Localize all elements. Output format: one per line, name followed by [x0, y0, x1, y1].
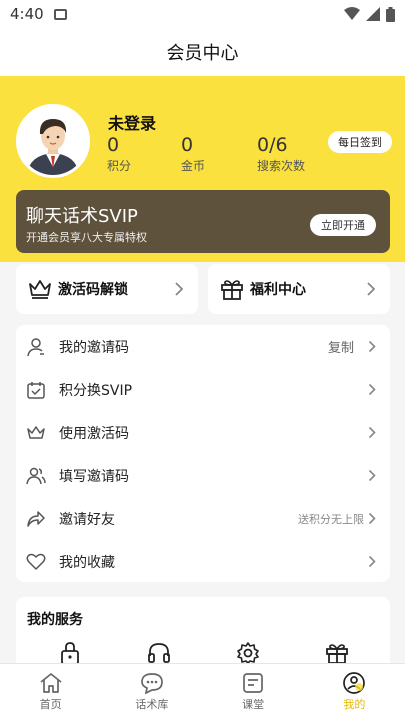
status-icons	[344, 6, 395, 22]
stat-coins: 0 金币	[181, 134, 205, 174]
stat-value: 0/6	[257, 134, 288, 156]
chevron-right-icon	[175, 282, 184, 296]
bottom-tab-bar: 首页 话术库 课堂 我的	[0, 663, 405, 720]
list-item-enter-invite-code[interactable]: 填写邀请码	[16, 454, 390, 497]
chevron-right-icon	[368, 555, 376, 568]
copy-button[interactable]: 复制	[328, 337, 354, 356]
profile-icon	[343, 672, 366, 694]
stat-label: 积分	[107, 159, 132, 173]
calendar-check-icon	[27, 381, 45, 399]
tab-label: 首页	[39, 698, 62, 711]
stat-label: 搜索次数	[257, 159, 306, 173]
tab-label: 话术库	[135, 698, 169, 711]
chevron-right-icon	[368, 383, 376, 396]
heart-icon	[26, 553, 46, 570]
tab-label: 我的	[343, 698, 366, 711]
welfare-center-card[interactable]: 福利中心	[208, 264, 390, 314]
list-item-label: 积分换SVIP	[59, 382, 133, 399]
stat-points: 0 积分	[107, 134, 131, 174]
avatar-illustration-icon	[19, 107, 87, 175]
activation-code-label: 激活码解锁	[58, 282, 128, 298]
tab-script-library[interactable]: 话术库	[101, 664, 202, 720]
user-icon	[27, 337, 44, 356]
crown-icon	[27, 425, 45, 439]
share-icon	[27, 510, 45, 527]
stat-label: 金币	[181, 159, 206, 173]
tab-mine[interactable]: 我的	[304, 664, 405, 720]
list-item-my-invite-code[interactable]: 我的邀请码 复制	[16, 325, 390, 368]
lock-icon[interactable]	[59, 641, 81, 665]
activation-code-card[interactable]: 激活码解锁	[16, 264, 198, 314]
book-icon	[243, 673, 263, 693]
stat-searches: 0/6 搜索次数	[257, 134, 305, 174]
status-time: 4:40	[10, 5, 44, 23]
list-item-label: 填写邀请码	[59, 468, 129, 485]
svip-subtitle: 开通会员享八大专属特权	[26, 231, 147, 244]
list-item-label: 我的邀请码	[59, 339, 129, 356]
svip-title: 聊天话术SVIP	[26, 206, 138, 227]
chevron-right-icon	[367, 282, 376, 296]
svip-banner[interactable]: 聊天话术SVIP 开通会员享八大专属特权 立即开通	[16, 190, 390, 253]
chevron-right-icon	[368, 469, 376, 482]
home-icon	[40, 673, 62, 693]
status-bar: 4:40	[0, 0, 405, 28]
invite-reward-text: 送积分无上限	[298, 512, 364, 526]
settings-icon[interactable]	[236, 641, 260, 665]
page-title: 会员中心	[166, 43, 239, 64]
chevron-right-icon	[368, 340, 376, 353]
list-item-use-activation-code[interactable]: 使用激活码	[16, 411, 390, 454]
list-item-label: 邀请好友	[59, 511, 115, 528]
daily-checkin-button[interactable]: 每日签到	[328, 131, 392, 153]
open-svip-button[interactable]: 立即开通	[310, 214, 376, 236]
user-name[interactable]: 未登录	[108, 110, 156, 134]
wifi-icon	[344, 7, 360, 20]
gallery-notification-icon	[53, 8, 67, 20]
services-title: 我的服务	[27, 612, 83, 628]
chevron-right-icon	[368, 426, 376, 439]
tab-label: 课堂	[242, 698, 265, 711]
list-item-label: 使用激活码	[59, 425, 129, 442]
signal-icon	[366, 7, 380, 21]
gift-icon[interactable]	[325, 641, 349, 665]
crown-icon	[29, 280, 51, 299]
list-item-my-favorites[interactable]: 我的收藏	[16, 540, 390, 583]
battery-icon	[386, 6, 395, 22]
stat-value: 0	[181, 134, 194, 156]
tab-classroom[interactable]: 课堂	[203, 664, 304, 720]
tab-home[interactable]: 首页	[0, 664, 101, 720]
chat-icon	[141, 673, 163, 694]
list-item-label: 我的收藏	[59, 554, 115, 571]
list-item-invite-friends[interactable]: 邀请好友 送积分无上限	[16, 497, 390, 540]
gift-icon	[221, 280, 243, 300]
welfare-center-label: 福利中心	[250, 282, 306, 298]
menu-list: 我的邀请码 复制 积分换SVIP 使用激活码 填写邀请码 邀请好友 送积分无上限…	[16, 325, 390, 582]
list-item-points-to-svip[interactable]: 积分换SVIP	[16, 368, 390, 411]
stat-value: 0	[107, 134, 120, 156]
headset-icon[interactable]	[147, 641, 171, 665]
title-bar: 会员中心	[0, 28, 405, 76]
chevron-right-icon	[368, 512, 376, 525]
users-icon	[26, 467, 46, 484]
avatar[interactable]	[16, 104, 90, 178]
